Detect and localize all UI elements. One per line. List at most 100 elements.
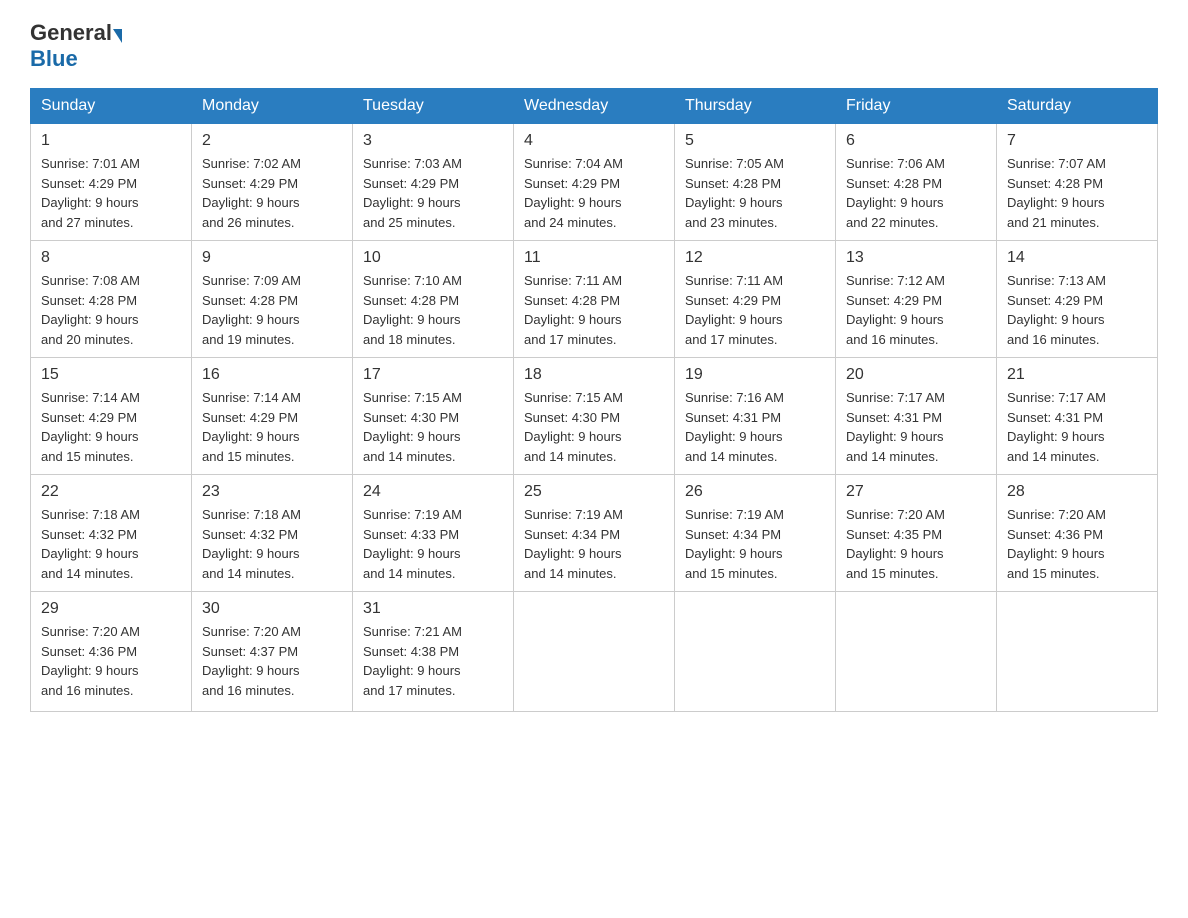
day-info: Sunrise: 7:09 AMSunset: 4:28 PMDaylight:… [202, 271, 342, 349]
day-info: Sunrise: 7:21 AMSunset: 4:38 PMDaylight:… [363, 622, 503, 700]
day-number: 1 [41, 132, 181, 150]
day-number: 8 [41, 249, 181, 267]
day-info: Sunrise: 7:19 AMSunset: 4:34 PMDaylight:… [685, 505, 825, 583]
calendar-cell: 12 Sunrise: 7:11 AMSunset: 4:29 PMDaylig… [675, 241, 836, 358]
header-wednesday: Wednesday [514, 89, 675, 124]
day-info: Sunrise: 7:18 AMSunset: 4:32 PMDaylight:… [202, 505, 342, 583]
day-info: Sunrise: 7:11 AMSunset: 4:28 PMDaylight:… [524, 271, 664, 349]
calendar-header-row: SundayMondayTuesdayWednesdayThursdayFrid… [31, 89, 1158, 124]
day-info: Sunrise: 7:16 AMSunset: 4:31 PMDaylight:… [685, 388, 825, 466]
calendar-cell: 23 Sunrise: 7:18 AMSunset: 4:32 PMDaylig… [192, 475, 353, 592]
calendar-cell: 22 Sunrise: 7:18 AMSunset: 4:32 PMDaylig… [31, 475, 192, 592]
day-number: 5 [685, 132, 825, 150]
week-row-1: 1 Sunrise: 7:01 AMSunset: 4:29 PMDayligh… [31, 124, 1158, 241]
day-info: Sunrise: 7:12 AMSunset: 4:29 PMDaylight:… [846, 271, 986, 349]
day-number: 7 [1007, 132, 1147, 150]
calendar-cell: 8 Sunrise: 7:08 AMSunset: 4:28 PMDayligh… [31, 241, 192, 358]
calendar-cell [836, 592, 997, 712]
logo-triangle-icon [113, 29, 122, 43]
day-number: 6 [846, 132, 986, 150]
calendar-cell: 3 Sunrise: 7:03 AMSunset: 4:29 PMDayligh… [353, 124, 514, 241]
day-number: 9 [202, 249, 342, 267]
calendar-cell [514, 592, 675, 712]
calendar-cell: 18 Sunrise: 7:15 AMSunset: 4:30 PMDaylig… [514, 358, 675, 475]
calendar-cell: 16 Sunrise: 7:14 AMSunset: 4:29 PMDaylig… [192, 358, 353, 475]
calendar-cell: 29 Sunrise: 7:20 AMSunset: 4:36 PMDaylig… [31, 592, 192, 712]
calendar-cell: 30 Sunrise: 7:20 AMSunset: 4:37 PMDaylig… [192, 592, 353, 712]
day-number: 16 [202, 366, 342, 384]
calendar-cell [997, 592, 1158, 712]
header-saturday: Saturday [997, 89, 1158, 124]
calendar-cell: 24 Sunrise: 7:19 AMSunset: 4:33 PMDaylig… [353, 475, 514, 592]
day-number: 30 [202, 600, 342, 618]
calendar-cell: 20 Sunrise: 7:17 AMSunset: 4:31 PMDaylig… [836, 358, 997, 475]
day-info: Sunrise: 7:15 AMSunset: 4:30 PMDaylight:… [524, 388, 664, 466]
week-row-2: 8 Sunrise: 7:08 AMSunset: 4:28 PMDayligh… [31, 241, 1158, 358]
logo: General Blue [30, 20, 123, 72]
calendar-cell: 27 Sunrise: 7:20 AMSunset: 4:35 PMDaylig… [836, 475, 997, 592]
day-number: 27 [846, 483, 986, 501]
week-row-4: 22 Sunrise: 7:18 AMSunset: 4:32 PMDaylig… [31, 475, 1158, 592]
day-info: Sunrise: 7:06 AMSunset: 4:28 PMDaylight:… [846, 154, 986, 232]
calendar-cell [675, 592, 836, 712]
calendar-cell: 5 Sunrise: 7:05 AMSunset: 4:28 PMDayligh… [675, 124, 836, 241]
calendar-table: SundayMondayTuesdayWednesdayThursdayFrid… [30, 88, 1158, 712]
day-number: 11 [524, 249, 664, 267]
day-number: 25 [524, 483, 664, 501]
day-info: Sunrise: 7:03 AMSunset: 4:29 PMDaylight:… [363, 154, 503, 232]
day-number: 2 [202, 132, 342, 150]
day-number: 21 [1007, 366, 1147, 384]
header: General Blue [30, 20, 1158, 72]
calendar-cell: 4 Sunrise: 7:04 AMSunset: 4:29 PMDayligh… [514, 124, 675, 241]
day-number: 26 [685, 483, 825, 501]
day-info: Sunrise: 7:02 AMSunset: 4:29 PMDaylight:… [202, 154, 342, 232]
day-number: 18 [524, 366, 664, 384]
day-number: 29 [41, 600, 181, 618]
day-info: Sunrise: 7:07 AMSunset: 4:28 PMDaylight:… [1007, 154, 1147, 232]
logo-blue-text: Blue [30, 46, 78, 72]
day-info: Sunrise: 7:13 AMSunset: 4:29 PMDaylight:… [1007, 271, 1147, 349]
day-info: Sunrise: 7:19 AMSunset: 4:34 PMDaylight:… [524, 505, 664, 583]
day-info: Sunrise: 7:10 AMSunset: 4:28 PMDaylight:… [363, 271, 503, 349]
day-info: Sunrise: 7:15 AMSunset: 4:30 PMDaylight:… [363, 388, 503, 466]
calendar-cell: 13 Sunrise: 7:12 AMSunset: 4:29 PMDaylig… [836, 241, 997, 358]
header-thursday: Thursday [675, 89, 836, 124]
day-number: 13 [846, 249, 986, 267]
calendar-cell: 17 Sunrise: 7:15 AMSunset: 4:30 PMDaylig… [353, 358, 514, 475]
calendar-cell: 1 Sunrise: 7:01 AMSunset: 4:29 PMDayligh… [31, 124, 192, 241]
calendar-cell: 26 Sunrise: 7:19 AMSunset: 4:34 PMDaylig… [675, 475, 836, 592]
day-number: 4 [524, 132, 664, 150]
calendar-cell: 6 Sunrise: 7:06 AMSunset: 4:28 PMDayligh… [836, 124, 997, 241]
day-number: 28 [1007, 483, 1147, 501]
day-number: 20 [846, 366, 986, 384]
day-info: Sunrise: 7:14 AMSunset: 4:29 PMDaylight:… [202, 388, 342, 466]
day-info: Sunrise: 7:20 AMSunset: 4:37 PMDaylight:… [202, 622, 342, 700]
day-info: Sunrise: 7:14 AMSunset: 4:29 PMDaylight:… [41, 388, 181, 466]
day-info: Sunrise: 7:17 AMSunset: 4:31 PMDaylight:… [1007, 388, 1147, 466]
calendar-cell: 28 Sunrise: 7:20 AMSunset: 4:36 PMDaylig… [997, 475, 1158, 592]
day-info: Sunrise: 7:19 AMSunset: 4:33 PMDaylight:… [363, 505, 503, 583]
calendar-cell: 21 Sunrise: 7:17 AMSunset: 4:31 PMDaylig… [997, 358, 1158, 475]
day-number: 24 [363, 483, 503, 501]
day-number: 31 [363, 600, 503, 618]
header-tuesday: Tuesday [353, 89, 514, 124]
day-info: Sunrise: 7:20 AMSunset: 4:36 PMDaylight:… [1007, 505, 1147, 583]
calendar-cell: 25 Sunrise: 7:19 AMSunset: 4:34 PMDaylig… [514, 475, 675, 592]
day-number: 17 [363, 366, 503, 384]
header-sunday: Sunday [31, 89, 192, 124]
week-row-5: 29 Sunrise: 7:20 AMSunset: 4:36 PMDaylig… [31, 592, 1158, 712]
day-info: Sunrise: 7:05 AMSunset: 4:28 PMDaylight:… [685, 154, 825, 232]
day-number: 12 [685, 249, 825, 267]
calendar-cell: 7 Sunrise: 7:07 AMSunset: 4:28 PMDayligh… [997, 124, 1158, 241]
header-friday: Friday [836, 89, 997, 124]
day-info: Sunrise: 7:04 AMSunset: 4:29 PMDaylight:… [524, 154, 664, 232]
day-number: 23 [202, 483, 342, 501]
calendar-cell: 19 Sunrise: 7:16 AMSunset: 4:31 PMDaylig… [675, 358, 836, 475]
calendar-cell: 11 Sunrise: 7:11 AMSunset: 4:28 PMDaylig… [514, 241, 675, 358]
day-info: Sunrise: 7:17 AMSunset: 4:31 PMDaylight:… [846, 388, 986, 466]
day-number: 19 [685, 366, 825, 384]
calendar-cell: 31 Sunrise: 7:21 AMSunset: 4:38 PMDaylig… [353, 592, 514, 712]
calendar-cell: 15 Sunrise: 7:14 AMSunset: 4:29 PMDaylig… [31, 358, 192, 475]
day-number: 3 [363, 132, 503, 150]
day-info: Sunrise: 7:01 AMSunset: 4:29 PMDaylight:… [41, 154, 181, 232]
